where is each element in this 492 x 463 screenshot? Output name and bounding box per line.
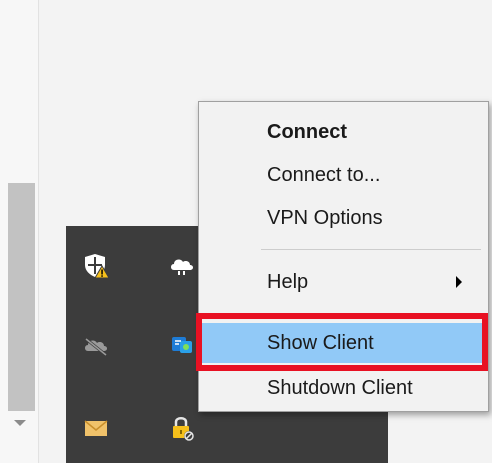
- menu-item-shutdown-client[interactable]: Shutdown Client: [199, 368, 488, 408]
- network-sync-icon[interactable]: [166, 329, 198, 361]
- scrollbar-thumb[interactable]: [8, 183, 35, 411]
- vpn-context-menu: Connect Connect to... VPN Options Help S…: [198, 101, 489, 412]
- menu-item-label: VPN Options: [267, 206, 383, 229]
- menu-item-vpn-options[interactable]: VPN Options: [199, 198, 488, 238]
- scroll-down-arrow-icon[interactable]: [14, 420, 26, 426]
- menu-separator: [261, 249, 481, 250]
- menu-item-connect-to[interactable]: Connect to...: [199, 155, 488, 195]
- menu-item-label: Show Client: [267, 331, 374, 354]
- menu-item-label: Connect to...: [267, 163, 381, 186]
- cloud-icon[interactable]: [166, 250, 198, 282]
- menu-item-label: Help: [267, 270, 309, 293]
- menu-item-show-client[interactable]: Show Client: [199, 323, 488, 363]
- menu-item-help[interactable]: Help: [199, 262, 488, 302]
- menu-item-connect[interactable]: Connect: [199, 112, 488, 152]
- menu-item-label: Connect: [267, 120, 347, 143]
- menu-item-label: Shutdown Client: [267, 376, 413, 399]
- cloud-offline-icon[interactable]: [80, 329, 112, 361]
- mail-icon[interactable]: [80, 412, 112, 444]
- shield-warning-icon[interactable]: [80, 250, 112, 282]
- submenu-arrow-icon: [456, 276, 462, 288]
- vpn-lock-icon[interactable]: [166, 412, 198, 444]
